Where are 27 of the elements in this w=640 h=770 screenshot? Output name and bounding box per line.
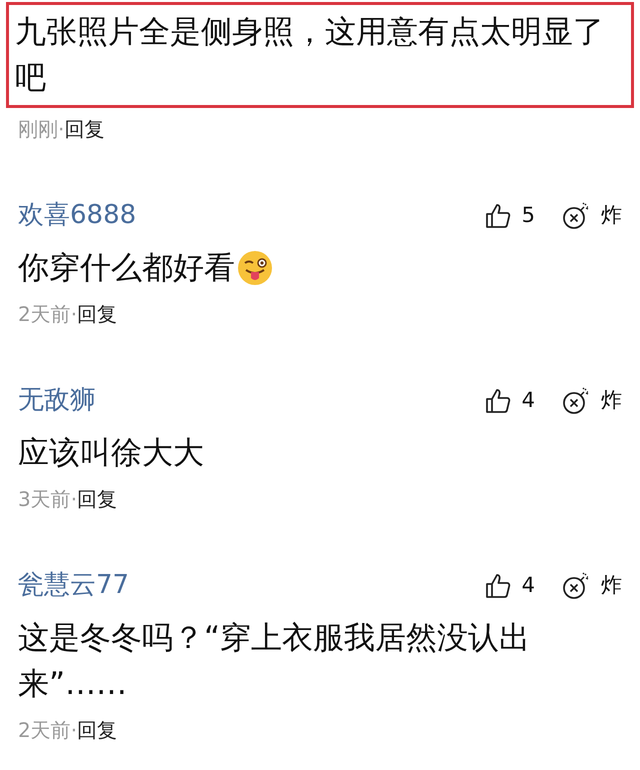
comment-text: 九张照片全是侧身照，这用意有点太明显了吧 xyxy=(15,13,605,98)
reply-link[interactable]: 回复 xyxy=(64,117,104,141)
reply-link[interactable]: 回复 xyxy=(77,302,118,326)
like-count: 5 xyxy=(522,202,535,229)
like-count: 4 xyxy=(522,386,535,414)
comment-time: 刚刚· xyxy=(18,117,64,141)
bomb-label: 炸 xyxy=(601,386,622,414)
reply-link[interactable]: 回复 xyxy=(77,487,118,511)
reply-link[interactable]: 回复 xyxy=(77,718,118,742)
username: 欢喜6888 xyxy=(18,199,136,232)
comment-time: 2天前· xyxy=(18,302,78,326)
like-count: 4 xyxy=(522,572,535,599)
username: 无敌狮 xyxy=(18,384,96,417)
comment-text: 这是冬冬吗？“穿上衣服我居然没认出来”…… xyxy=(18,619,532,704)
bomb-label: 炸 xyxy=(601,202,622,229)
comment-time: 3天前· xyxy=(18,487,78,511)
comment-text: 应该叫徐大大 xyxy=(18,434,204,473)
thumbs-up-icon[interactable] xyxy=(484,202,512,230)
comment-text: 你穿什么都好看 xyxy=(18,249,235,288)
bomb-icon[interactable] xyxy=(561,202,591,230)
thumbs-up-icon[interactable] xyxy=(484,572,512,600)
bomb-icon[interactable] xyxy=(561,572,591,600)
comment-time: 2天前· xyxy=(18,718,78,742)
thumbs-up-icon[interactable] xyxy=(484,386,512,414)
bomb-label: 炸 xyxy=(601,572,622,599)
username: 瓮慧云77 xyxy=(18,569,130,602)
bomb-icon[interactable] xyxy=(561,386,591,414)
